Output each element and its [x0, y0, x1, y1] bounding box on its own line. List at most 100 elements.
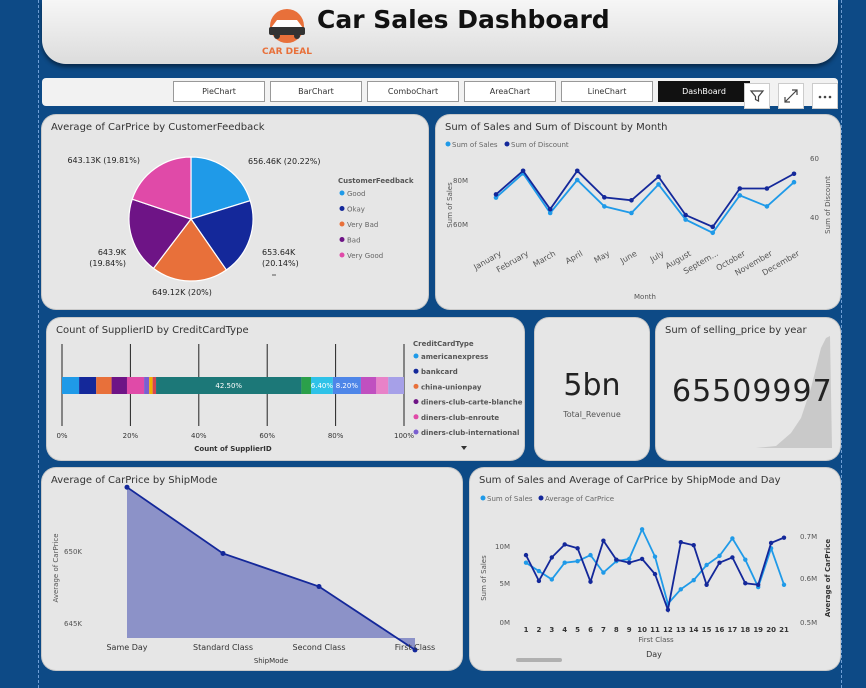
month-point-1-5[interactable] — [629, 198, 634, 203]
supplier-bar-segment-14[interactable] — [388, 377, 404, 394]
day-point-0-15[interactable] — [717, 553, 722, 559]
month-point-1-9[interactable] — [737, 186, 743, 191]
day-point-0-16[interactable] — [730, 536, 735, 541]
month-point-1-2[interactable] — [547, 206, 553, 212]
day-point-0-14[interactable] — [704, 562, 709, 568]
day-point-1-5[interactable] — [588, 579, 593, 584]
supplier-legend-item-4[interactable]: diners-club-enroute — [421, 414, 499, 422]
ship-point-0[interactable] — [124, 484, 130, 490]
month-point-1-4[interactable] — [602, 195, 607, 200]
day-x-tick-18: 19 — [753, 626, 763, 634]
day-point-0-10[interactable] — [652, 554, 658, 559]
day-point-1-17[interactable] — [743, 581, 748, 586]
pie-legend-item-3[interactable]: Bad — [347, 237, 361, 245]
day-point-1-1[interactable] — [536, 578, 542, 584]
year-card-value: 65509997 — [672, 374, 833, 409]
month-point-0-5[interactable] — [629, 210, 634, 216]
day-point-1-14[interactable] — [704, 582, 709, 587]
day-point-0-20[interactable] — [781, 582, 787, 587]
day-point-0-9[interactable] — [639, 527, 645, 532]
day-point-1-9[interactable] — [639, 556, 645, 562]
month-point-0-11[interactable] — [791, 179, 797, 185]
supplier-bar-segment-13[interactable] — [376, 377, 389, 394]
supplier-legend-dot-2 — [413, 383, 419, 389]
month-point-0-3[interactable] — [574, 177, 580, 183]
legend-scroll-down-icon[interactable] — [461, 446, 467, 450]
supplier-bar-segment-9[interactable] — [301, 377, 311, 394]
nav-button-dashboard[interactable]: DashBoard — [658, 81, 750, 102]
day-point-0-5[interactable] — [588, 552, 593, 558]
month-point-0-4[interactable] — [602, 204, 607, 209]
day-point-1-11[interactable] — [665, 607, 671, 613]
supplier-bar-segment-4[interactable] — [126, 377, 145, 394]
more-icon[interactable] — [812, 83, 838, 109]
day-point-0-4[interactable] — [575, 559, 580, 564]
month-point-1-7[interactable] — [683, 212, 688, 218]
supplier-bar-segment-12[interactable] — [360, 377, 377, 394]
ship-point-2[interactable] — [316, 584, 322, 590]
nav-button-barchart[interactable]: BarChart — [270, 81, 362, 102]
day-point-1-8[interactable] — [627, 560, 632, 565]
month-point-1-1[interactable] — [520, 168, 526, 174]
month-point-0-10[interactable] — [764, 204, 770, 209]
month-point-1-10[interactable] — [764, 186, 770, 191]
supplier-legend-item-2[interactable]: china-unionpay — [421, 383, 482, 391]
supplier-legend-item-5[interactable]: diners-club-international — [421, 429, 519, 437]
day-point-1-2[interactable] — [549, 555, 554, 560]
supplier-legend-item-1[interactable]: bankcard — [421, 368, 458, 376]
pie-legend-item-2[interactable]: Very Bad — [347, 221, 378, 229]
day-point-1-6[interactable] — [601, 538, 606, 543]
supplier-bar-segment-2[interactable] — [96, 377, 112, 394]
day-point-1-16[interactable] — [730, 555, 735, 560]
month-point-0-7[interactable] — [683, 217, 688, 222]
month-point-1-8[interactable] — [710, 224, 716, 230]
nav-button-combochart[interactable]: ComboChart — [367, 81, 459, 102]
supplier-bar-segment-0[interactable] — [62, 377, 80, 394]
day-point-1-20[interactable] — [781, 535, 787, 540]
month-point-1-11[interactable] — [791, 171, 797, 177]
day-point-1-10[interactable] — [652, 571, 658, 577]
day-point-1-4[interactable] — [575, 546, 580, 551]
nav-button-piechart[interactable]: PieChart — [173, 81, 265, 102]
pie-legend-item-4[interactable]: Very Good — [347, 252, 383, 260]
day-point-1-12[interactable] — [678, 540, 683, 545]
nav-button-linechart[interactable]: LineChart — [561, 81, 653, 102]
supplier-bar-segment-1[interactable] — [79, 377, 97, 394]
day-point-1-18[interactable] — [756, 582, 761, 587]
month-point-1-0[interactable] — [493, 192, 499, 197]
day-point-0-17[interactable] — [743, 557, 748, 562]
nav-button-areachart[interactable]: AreaChart — [464, 81, 556, 102]
filter-icon[interactable] — [744, 83, 770, 109]
day-point-1-15[interactable] — [717, 560, 722, 565]
supplier-legend-item-0[interactable]: americanexpress — [421, 353, 488, 361]
supplier-bar-segment-5[interactable] — [144, 377, 150, 394]
day-point-0-12[interactable] — [678, 587, 683, 592]
supplier-x-tick-1: 20% — [123, 432, 139, 440]
expand-icon[interactable] — [778, 83, 804, 109]
day-point-1-19[interactable] — [768, 540, 774, 546]
day-point-0-0[interactable] — [523, 560, 529, 565]
day-point-0-13[interactable] — [691, 578, 696, 583]
day-point-1-3[interactable] — [562, 542, 567, 547]
day-point-0-8[interactable] — [627, 556, 632, 562]
day-point-0-6[interactable] — [601, 570, 606, 575]
pie-legend-item-1[interactable]: Okay — [347, 206, 365, 214]
day-point-1-7[interactable] — [614, 557, 619, 562]
month-point-0-8[interactable] — [710, 230, 716, 236]
ship-point-1[interactable] — [220, 550, 226, 556]
month-point-0-9[interactable] — [737, 193, 743, 198]
day-point-0-3[interactable] — [562, 560, 567, 565]
supplier-bar-segment-6[interactable] — [149, 377, 153, 394]
supplier-bar-segment-7[interactable] — [152, 377, 157, 394]
day-point-1-0[interactable] — [523, 552, 529, 558]
supplier-bar-segment-3[interactable] — [111, 377, 127, 394]
supplier-legend-item-3[interactable]: diners-club-carte-blanche — [421, 399, 523, 407]
day-point-0-2[interactable] — [549, 577, 554, 582]
horizontal-scrollbar[interactable] — [516, 658, 562, 662]
month-point-0-6[interactable] — [656, 182, 661, 187]
month-point-1-6[interactable] — [656, 174, 661, 179]
month-point-1-3[interactable] — [574, 168, 580, 174]
pie-legend-item-0[interactable]: Good — [347, 190, 365, 198]
day-point-0-1[interactable] — [536, 568, 542, 574]
day-point-1-13[interactable] — [691, 543, 696, 548]
